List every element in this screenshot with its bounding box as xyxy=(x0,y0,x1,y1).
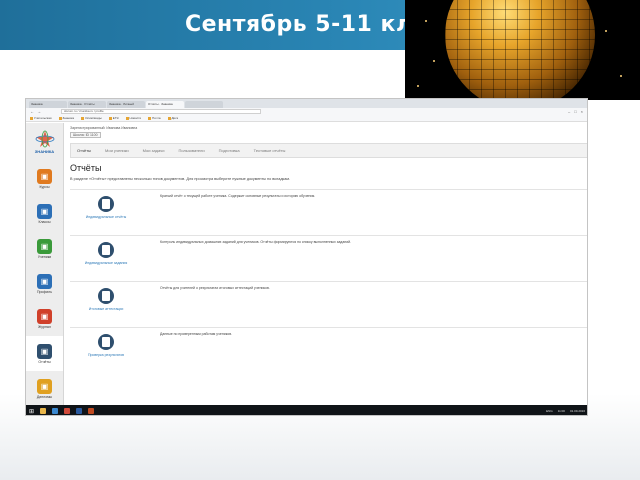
maximize-icon[interactable]: □ xyxy=(574,109,576,114)
sidebar-item[interactable]: ▣ Профиль xyxy=(26,266,63,301)
language-indicator[interactable]: ENG xyxy=(546,409,553,413)
report-description: Контроль индивидуальных домашних заданий… xyxy=(160,240,352,244)
school-line: Школа: ID 1100 xyxy=(70,132,101,138)
tab-my-students[interactable]: Мои ученики xyxy=(105,148,129,153)
clock-time[interactable]: 11:00 xyxy=(558,409,565,413)
page-description: В разделе «Отчёты» представлены нескольк… xyxy=(70,177,291,181)
reports-icon: ▣ xyxy=(37,343,52,359)
report-doc-icon[interactable] xyxy=(98,288,114,304)
sidebar-item[interactable]: ▣ Курсы xyxy=(26,161,63,196)
bookmark-item[interactable]: Знаника xyxy=(58,116,74,120)
report-doc-icon[interactable] xyxy=(98,334,114,350)
journal-icon: ▣ xyxy=(37,308,52,324)
report-doc-icon[interactable] xyxy=(98,242,114,258)
profile-icon: ▣ xyxy=(37,273,52,289)
bookmark-item[interactable]: Олимпиады xyxy=(81,116,102,120)
report-row: Проверка результатов Данные по проверенны… xyxy=(70,327,587,372)
report-row: Итоговые аттестации Отчёты для учителей о… xyxy=(70,281,587,326)
report-link[interactable]: Индивидуальные отчёты xyxy=(70,215,142,219)
sidebar-item-label: Журнал xyxy=(38,324,51,329)
clock-date: 01.09.2016 xyxy=(569,409,585,413)
tab-preparation[interactable]: Подготовка xyxy=(219,148,240,153)
tab-my-tasks[interactable]: Мои задачи xyxy=(143,148,165,153)
sidebar-item[interactable]: ▣ Журнал xyxy=(26,301,63,336)
bookmarks-bar: Учительская Знаника Олимпиады ЕГЭ Новост… xyxy=(26,115,587,122)
back-icon[interactable]: ← xyxy=(30,109,34,114)
sidebar-item[interactable]: ▣ Классы xyxy=(26,196,63,231)
browser-tab[interactable]: Знаника · Личный xyxy=(107,101,145,108)
school-select[interactable]: Школа: ID 1100 xyxy=(70,132,101,138)
chrome-icon[interactable] xyxy=(64,408,71,414)
logo-star-icon xyxy=(35,130,54,148)
report-doc-icon[interactable] xyxy=(98,196,114,212)
bookmark-item[interactable]: ЕГЭ xyxy=(108,116,119,120)
sidebar: ЗНАНИКА ▣ Курсы ▣ Классы ▣ Ученики ▣ Профиль ▣ Жу… xyxy=(26,123,64,415)
close-icon[interactable]: × xyxy=(581,109,583,114)
browser-tab[interactable]: Знаника · Отчёты xyxy=(68,101,106,108)
sidebar-item-label: Профиль xyxy=(36,289,53,294)
browser-tab[interactable]: Знаника xyxy=(29,101,67,108)
browser-tab[interactable] xyxy=(185,101,223,108)
word-icon[interactable] xyxy=(76,408,83,414)
bookmark-item[interactable]: Диск xyxy=(167,116,178,120)
browser-addressbar: ← → sferum.ru / znanika.ru / profile – □… xyxy=(26,108,587,115)
sidebar-item[interactable]: ▣ Отчёты xyxy=(26,336,63,371)
app-body: ЗНАНИКА ▣ Курсы ▣ Классы ▣ Ученики ▣ Профиль ▣ Жу… xyxy=(26,123,587,415)
tab-reports[interactable]: Отчёты xyxy=(77,148,91,153)
tab-users[interactable]: Пользователи xyxy=(178,148,204,153)
report-description: Краткий отчёт о текущей работе ученика. … xyxy=(160,194,316,198)
address-input[interactable]: sferum.ru / znanika.ru / profile xyxy=(61,109,261,114)
sidebar-item-label: Отчёты xyxy=(38,359,51,364)
taskbar: ⊞ ENG 11:00 01.09.2016 xyxy=(26,405,587,415)
report-link[interactable]: Итоговые аттестации xyxy=(70,307,142,311)
sidebar-item[interactable]: ▣ Ученики xyxy=(26,231,63,266)
browser-tabbar: Знаника Знаника · Отчёты Знаника · Личны… xyxy=(26,99,587,108)
logo-text: ЗНАНИКА xyxy=(34,149,55,154)
user-line: Зарегистрированный: Иванова Ивановна xyxy=(70,126,138,130)
diplomas-icon: ▣ xyxy=(37,378,52,394)
report-link[interactable]: Индивидуальные задания xyxy=(70,261,142,265)
sidebar-item-label: Курсы xyxy=(39,184,50,189)
sidebar-item-label: Дипломы xyxy=(36,394,53,399)
report-description: Данные по проверенным работам учеников. xyxy=(160,332,233,336)
minimize-icon[interactable]: – xyxy=(568,109,570,114)
forward-icon[interactable]: → xyxy=(37,109,41,114)
report-row: Индивидуальные отчёты Краткий отчёт о тек… xyxy=(70,189,587,234)
windows-start-icon[interactable]: ⊞ xyxy=(29,408,34,415)
courses-icon: ▣ xyxy=(37,168,52,184)
browser-tab-active[interactable]: Отчёты · Знаника xyxy=(146,101,184,108)
page-title: Отчёты xyxy=(70,163,102,173)
sidebar-item-label: Классы xyxy=(38,219,51,224)
browser-icon[interactable] xyxy=(52,408,59,414)
report-link[interactable]: Проверка результатов xyxy=(70,353,142,357)
browser-screenshot: Знаника Знаника · Отчёты Знаника · Личны… xyxy=(25,98,588,416)
explorer-icon[interactable] xyxy=(40,408,47,414)
bookmark-item[interactable]: Почта xyxy=(148,116,161,120)
sidebar-item-label: Ученики xyxy=(37,254,52,259)
globe-image xyxy=(405,0,640,100)
report-row: Индивидуальные задания Контроль индивидуа… xyxy=(70,235,587,280)
app-logo[interactable]: ЗНАНИКА xyxy=(26,123,63,161)
students-icon: ▣ xyxy=(37,238,52,254)
sidebar-item[interactable]: ▣ Дипломы xyxy=(26,371,63,406)
bookmark-item[interactable]: Новости xyxy=(125,116,141,120)
main-content: Зарегистрированный: Иванова Ивановна Шко… xyxy=(64,123,587,405)
system-tray: ENG 11:00 01.09.2016 xyxy=(546,409,587,413)
powerpoint-icon[interactable] xyxy=(88,408,95,414)
tab-test-reports[interactable]: Тестовые отчёты xyxy=(254,148,286,153)
bookmark-item[interactable]: Учительская xyxy=(30,116,52,120)
classes-icon: ▣ xyxy=(37,203,52,219)
report-description: Отчёты для учителей о результатах итогов… xyxy=(160,286,270,290)
nav-tabs: Отчёты Мои ученики Мои задачи Пользовате… xyxy=(70,143,587,158)
